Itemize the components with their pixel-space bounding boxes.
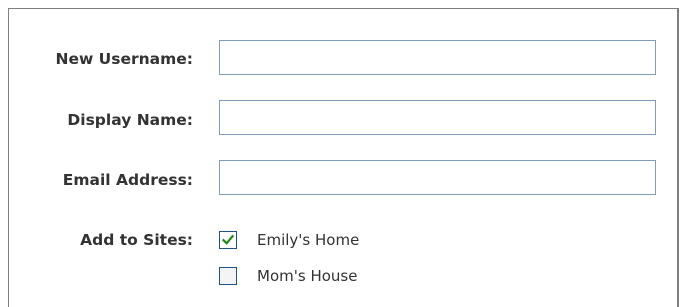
- username-label: New Username:: [55, 50, 193, 68]
- emilys-home-label[interactable]: Emily's Home: [257, 231, 359, 249]
- username-input[interactable]: [219, 40, 656, 75]
- display-name-label: Display Name:: [67, 111, 193, 129]
- display-name-input[interactable]: [219, 100, 656, 135]
- site-option-emilys-home[interactable]: Emily's Home: [219, 228, 359, 252]
- moms-house-label[interactable]: Mom's House: [257, 267, 357, 285]
- email-label: Email Address:: [62, 171, 193, 189]
- moms-house-checkbox[interactable]: [219, 267, 237, 285]
- add-user-form: New Username: Display Name: Email Addres…: [8, 8, 679, 307]
- emilys-home-checkbox[interactable]: [219, 231, 237, 249]
- site-option-moms-house[interactable]: Mom's House: [219, 264, 357, 288]
- email-input[interactable]: [219, 160, 656, 195]
- check-mark-icon: [221, 234, 235, 245]
- add-to-sites-label: Add to Sites:: [80, 231, 193, 249]
